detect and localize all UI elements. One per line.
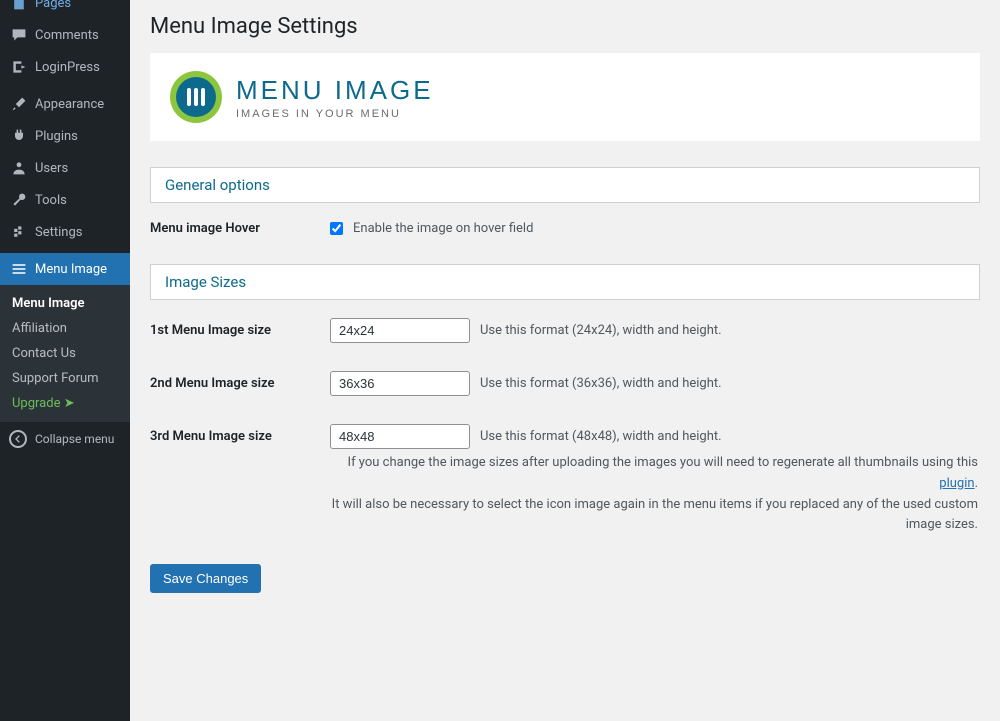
row-size-3: 3rd Menu Image size Use this format (48x… (150, 424, 980, 449)
size-2-hint: Use this format (36x36), width and heigh… (480, 376, 722, 391)
sidebar-item-pages[interactable]: Pages (0, 0, 130, 19)
submenu-item-support-forum[interactable]: Support Forum (0, 366, 130, 391)
section-general-options: General options (150, 167, 980, 203)
sidebar-item-users[interactable]: Users (0, 152, 130, 184)
sidebar-item-tools[interactable]: Tools (0, 184, 130, 216)
submenu-item-menu-image[interactable]: Menu Image (0, 291, 130, 316)
wrench-icon (10, 191, 28, 209)
hover-description: Enable the image on hover field (353, 221, 533, 236)
submenu-item-label: Upgrade (12, 396, 60, 411)
comment-icon (10, 26, 28, 44)
submenu-item-upgrade[interactable]: Upgrade ➤ (0, 391, 130, 416)
plugin-link[interactable]: plugin (939, 476, 974, 491)
brush-icon (10, 95, 28, 113)
sidebar-item-appearance[interactable]: Appearance (0, 88, 130, 120)
menu-icon (10, 260, 28, 278)
loginpress-icon (10, 58, 28, 76)
sidebar-item-label: Users (35, 161, 68, 176)
arrow-right-icon: ➤ (64, 396, 75, 411)
plug-icon (10, 127, 28, 145)
sidebar-item-label: Menu Image (35, 262, 107, 277)
note-text: . (975, 476, 978, 491)
row-menu-image-hover: Menu image Hover Enable the image on hov… (150, 221, 980, 236)
submenu-item-contact-us[interactable]: Contact Us (0, 341, 130, 366)
sidebar-item-label: Settings (35, 225, 82, 240)
admin-sidebar: Pages Comments LoginPress Appearance (0, 0, 130, 721)
row-size-2: 2nd Menu Image size Use this format (36x… (150, 371, 980, 396)
page-title: Menu Image Settings (150, 10, 980, 53)
field-label: 2nd Menu Image size (150, 376, 330, 391)
note-text: If you change the image sizes after uplo… (348, 455, 978, 470)
sidebar-item-label: Appearance (35, 97, 104, 112)
size-3-input[interactable] (330, 424, 470, 449)
collapse-icon (9, 430, 27, 448)
collapse-label: Collapse menu (35, 432, 114, 446)
size-2-input[interactable] (330, 371, 470, 396)
sidebar-item-label: LoginPress (35, 60, 100, 75)
hover-checkbox[interactable] (330, 222, 343, 235)
submenu-item-affiliation[interactable]: Affiliation (0, 316, 130, 341)
field-label: 1st Menu Image size (150, 323, 330, 338)
size-1-hint: Use this format (24x24), width and heigh… (480, 323, 722, 338)
size-3-hint: Use this format (48x48), width and heigh… (480, 429, 722, 444)
save-changes-button[interactable]: Save Changes (150, 564, 261, 593)
sizes-note: If you change the image sizes after uplo… (330, 453, 980, 536)
main-content: Menu Image Settings MENU IMAGE IMAGES IN… (130, 0, 1000, 721)
sidebar-item-label: Comments (35, 28, 99, 43)
sidebar-submenu: Menu Image Affiliation Contact Us Suppor… (0, 285, 130, 422)
size-1-input[interactable] (330, 318, 470, 343)
user-icon (10, 159, 28, 177)
page-icon (10, 0, 28, 12)
banner-title: MENU IMAGE (236, 75, 434, 106)
sidebar-item-label: Pages (35, 0, 71, 11)
sidebar-item-comments[interactable]: Comments (0, 19, 130, 51)
settings-icon (10, 223, 28, 241)
sidebar-item-menu-image[interactable]: Menu Image (0, 253, 130, 285)
sidebar-item-settings[interactable]: Settings (0, 216, 130, 248)
plugin-logo-icon (170, 71, 222, 123)
field-label: 3rd Menu Image size (150, 429, 330, 444)
sidebar-item-loginpress[interactable]: LoginPress (0, 51, 130, 83)
field-label: Menu image Hover (150, 221, 330, 236)
row-size-1: 1st Menu Image size Use this format (24x… (150, 318, 980, 343)
note-text: It will also be necessary to select the … (332, 497, 978, 533)
sidebar-item-label: Plugins (35, 129, 78, 144)
sidebar-item-plugins[interactable]: Plugins (0, 120, 130, 152)
sidebar-item-label: Tools (35, 193, 67, 208)
banner-subtitle: IMAGES IN YOUR MENU (236, 108, 434, 120)
section-image-sizes: Image Sizes (150, 264, 980, 300)
collapse-menu-button[interactable]: Collapse menu (0, 422, 130, 456)
plugin-banner: MENU IMAGE IMAGES IN YOUR MENU (150, 53, 980, 141)
